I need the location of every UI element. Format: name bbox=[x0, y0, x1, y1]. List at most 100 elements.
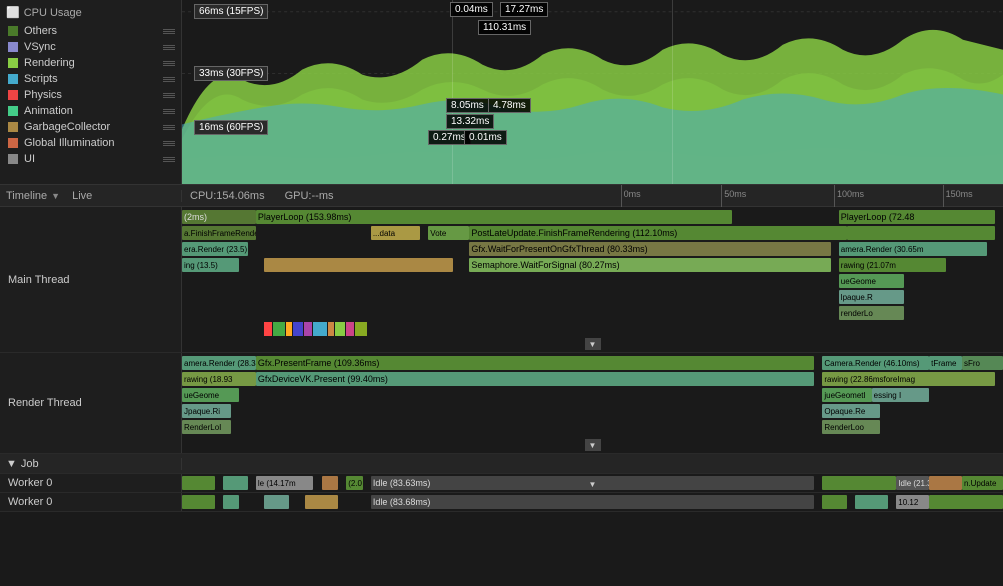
legend-item-others[interactable]: Others bbox=[0, 23, 181, 39]
bar-rawing-22ms[interactable]: rawing (22.86msforeImag bbox=[822, 372, 994, 386]
bar-uegeome[interactable]: ueGeome bbox=[839, 274, 905, 288]
bar-gfx-presentframe[interactable]: Gfx.PresentFrame (109.36ms) bbox=[256, 356, 814, 370]
main-thread-scroll-down[interactable]: ▼ bbox=[585, 338, 601, 350]
ruler-tick-100ms: 100ms bbox=[834, 185, 864, 207]
legend-color-8 bbox=[8, 154, 18, 164]
render-track-4: Jpaque.Ri Opaque.Re bbox=[182, 403, 1003, 419]
main-thread-section: Main Thread (2ms) PlayerLoop (153.98ms) … bbox=[0, 207, 1003, 353]
bar-data[interactable]: ...data bbox=[371, 226, 420, 240]
dropdown-arrow[interactable]: ▼ bbox=[51, 191, 60, 201]
ruler-tick-50ms: 50ms bbox=[721, 185, 746, 207]
gpu-stat: GPU:--ms bbox=[285, 190, 334, 202]
bar-w0-orange1[interactable] bbox=[322, 476, 338, 490]
bar-sfro[interactable]: sFro bbox=[962, 356, 1003, 370]
legend-color-5 bbox=[8, 106, 18, 116]
legend-header: ⬜ CPU Usage bbox=[0, 4, 181, 21]
bar-postlateupdate[interactable]: PostLateUpdate.FinishFrameRendering (112… bbox=[469, 226, 847, 240]
bar-renderloI[interactable]: RenderLoI bbox=[182, 420, 231, 434]
job-header: ▼ Job bbox=[0, 454, 1003, 474]
track-row-geome: ueGeome bbox=[182, 273, 1003, 289]
drag-handle-7 bbox=[163, 141, 175, 146]
legend-color-4 bbox=[8, 90, 18, 100]
bar-w0b-10ms[interactable]: 10.12 bbox=[896, 495, 929, 509]
bar-renderlooEnd[interactable]: RenderLoo bbox=[822, 420, 879, 434]
bar-ing[interactable]: ing (13.5) bbox=[182, 258, 239, 272]
ruler-tick-150ms: 150ms bbox=[943, 185, 973, 207]
legend-label-4: Physics bbox=[24, 89, 62, 101]
legend-item-ui[interactable]: UI bbox=[0, 151, 181, 167]
bar-juegeometI[interactable]: jueGeometI bbox=[822, 388, 871, 402]
bar-2ms[interactable]: (2ms) bbox=[182, 210, 256, 224]
legend-item-garbagecollector[interactable]: GarbageCollector bbox=[0, 119, 181, 135]
bar-essingI[interactable]: essing I bbox=[872, 388, 929, 402]
bar-w0-idle1[interactable]: le (14.17m bbox=[256, 476, 313, 490]
bar-gfxdevicevk[interactable]: GfxDeviceVK.Present (99.40ms) bbox=[256, 372, 814, 386]
bar-w0b-green2[interactable] bbox=[822, 495, 847, 509]
track-row-mixed1 bbox=[182, 321, 1003, 337]
bar-playerloop-1[interactable]: PlayerLoop (153.98ms) bbox=[256, 210, 732, 224]
legend-color-3 bbox=[8, 74, 18, 84]
bar-camera-render-rt[interactable]: amera.Render (28.34) bbox=[182, 356, 256, 370]
timeline-center: CPU:154.06ms GPU:--ms bbox=[182, 190, 601, 202]
worker0-section-2: Worker 0 Idle (83.68ms) 10.12 bbox=[0, 493, 1003, 512]
drag-handle-6 bbox=[163, 125, 175, 130]
bar-w0-green3[interactable] bbox=[822, 476, 896, 490]
render-thread-scroll-down[interactable]: ▼ bbox=[585, 439, 601, 451]
bar-w0-orange2[interactable] bbox=[929, 476, 962, 490]
bar-vote[interactable]: Vote bbox=[428, 226, 469, 240]
worker0-tracks-2: Idle (83.68ms) 10.12 bbox=[182, 493, 1003, 511]
render-track-1: amera.Render (28.34) Gfx.PresentFrame (1… bbox=[182, 355, 1003, 371]
legend-item-animation[interactable]: Animation bbox=[0, 103, 181, 119]
bar-w0b-teal2[interactable] bbox=[855, 495, 888, 509]
bar-uegeome-rt[interactable]: ueGeome bbox=[182, 388, 239, 402]
bar-tframe[interactable]: tFrame bbox=[929, 356, 962, 370]
bar-era-render[interactable]: era.Render (23.5) bbox=[182, 242, 248, 256]
bar-semaphore[interactable]: Semaphore.WaitForSignal (80.27ms) bbox=[469, 258, 830, 272]
bar-w0b-green1[interactable] bbox=[182, 495, 215, 509]
legend-color-2 bbox=[8, 58, 18, 68]
bar-playerloop-end[interactable] bbox=[847, 226, 995, 240]
bar-playerloop-2[interactable]: PlayerLoop (72.48 bbox=[839, 210, 995, 224]
bar-mid1[interactable] bbox=[264, 258, 453, 272]
bar-w0b-teal1[interactable] bbox=[223, 495, 239, 509]
bar-w0b-orange1[interactable] bbox=[305, 495, 338, 509]
job-collapse-icon[interactable]: ▼ bbox=[6, 458, 17, 470]
cpu-chart-svg bbox=[182, 0, 1003, 184]
legend-label-6: GarbageCollector bbox=[24, 121, 110, 133]
bar-w0b-idle-main[interactable]: Idle (83.68ms) bbox=[371, 495, 814, 509]
legend-label-0: Others bbox=[24, 25, 57, 37]
bar-finishframe[interactable]: a.FinishFrameRende bbox=[182, 226, 256, 240]
bar-w0-update[interactable]: n.Update bbox=[962, 476, 1003, 490]
bar-rawing-rt[interactable]: rawing (18.93 bbox=[182, 372, 256, 386]
bar-w0-teal1[interactable] bbox=[223, 476, 248, 490]
bar-w0-green2[interactable]: (2.0 bbox=[346, 476, 362, 490]
bar-w0b-blue1[interactable] bbox=[264, 495, 289, 509]
legend-item-global-illumination[interactable]: Global Illumination bbox=[0, 135, 181, 151]
bar-w0b-green3[interactable] bbox=[929, 495, 1003, 509]
legend-item-vsync[interactable]: VSync bbox=[0, 39, 181, 55]
cpu-stat: CPU:154.06ms bbox=[190, 190, 265, 202]
bar-gfx-wait[interactable]: Gfx.WaitForPresentOnGfxThread (80.33ms) bbox=[469, 242, 830, 256]
bar-w0-green1[interactable] bbox=[182, 476, 215, 490]
bar-rawing[interactable]: rawing (21.07m bbox=[839, 258, 946, 272]
worker0-tracks-1: le (14.17m (2.0 Idle (83.63ms) Idle (21.… bbox=[182, 474, 1003, 492]
drag-handle-4 bbox=[163, 93, 175, 98]
bar-camera-render-46[interactable]: Camera.Render (46.10ms) bbox=[822, 356, 929, 370]
legend-label-3: Scripts bbox=[24, 73, 58, 85]
bar-camera-render-end[interactable]: amera.Render (30.65m bbox=[839, 242, 987, 256]
worker0-label-1: Worker 0 bbox=[0, 474, 182, 492]
legend-color-1 bbox=[8, 42, 18, 52]
bar-renderlo[interactable]: renderLo bbox=[839, 306, 905, 320]
bar-jpaque-ri[interactable]: Jpaque.Ri bbox=[182, 404, 231, 418]
timeline-left: Timeline ▼ Live bbox=[0, 190, 182, 202]
legend-panel: ⬜ CPU Usage Others VSyncRendering Scripts P… bbox=[0, 0, 182, 184]
worker0-scroll-down-1[interactable]: ▼ bbox=[585, 478, 601, 490]
bar-w0-idle2[interactable]: Idle (21.33ms) bbox=[896, 476, 929, 490]
legend-item-physics[interactable]: Physics bbox=[0, 87, 181, 103]
track-row-semaphore: ing (13.5) Semaphore.WaitForSignal (80.2… bbox=[182, 257, 1003, 273]
cpu-usage-panel: ⬜ CPU Usage Others VSyncRendering Scripts P… bbox=[0, 0, 1003, 185]
bar-lpaque[interactable]: lpaque.R bbox=[839, 290, 905, 304]
legend-item-scripts[interactable]: Scripts bbox=[0, 71, 181, 87]
bar-opaque-re[interactable]: Opaque.Re bbox=[822, 404, 879, 418]
legend-item-rendering[interactable]: Rendering bbox=[0, 55, 181, 71]
